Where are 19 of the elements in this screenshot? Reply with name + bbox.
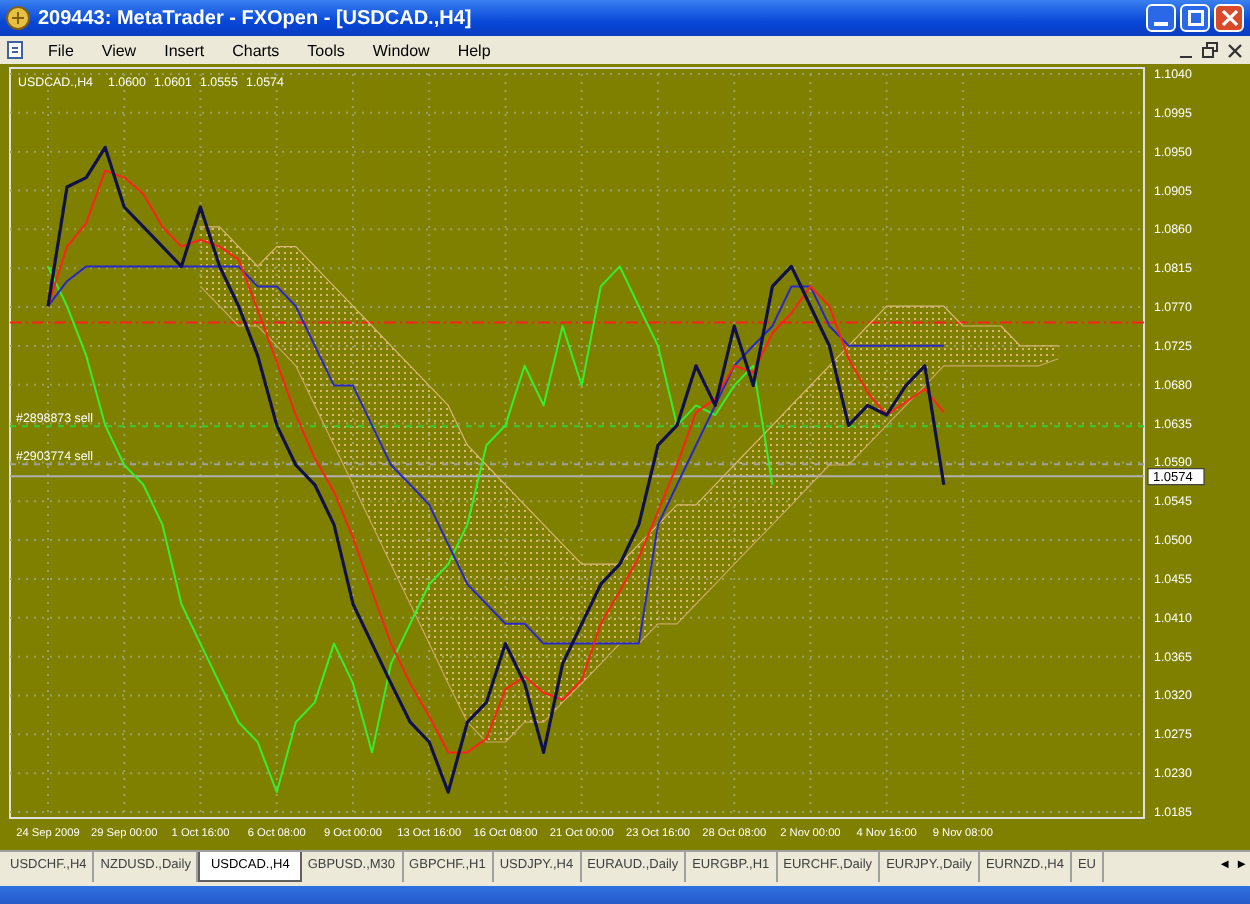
restore-icon[interactable] bbox=[1202, 42, 1218, 58]
menu-item[interactable]: Charts bbox=[218, 41, 294, 59]
minimize-icon[interactable] bbox=[1180, 55, 1192, 57]
close-icon bbox=[1221, 10, 1237, 26]
menu-item[interactable]: Help bbox=[443, 41, 505, 59]
menu-item[interactable]: View bbox=[87, 41, 151, 59]
document-icon bbox=[6, 40, 26, 60]
menu-item[interactable]: File bbox=[34, 41, 88, 59]
minimize-icon bbox=[1154, 22, 1168, 26]
close-icon[interactable] bbox=[1228, 43, 1242, 57]
maximize-button[interactable] bbox=[1180, 4, 1210, 32]
menu-item[interactable]: Window bbox=[358, 41, 444, 59]
maximize-icon bbox=[1187, 10, 1203, 26]
minimize-button[interactable] bbox=[1146, 4, 1176, 32]
menu-item[interactable]: Insert bbox=[150, 41, 219, 59]
close-button[interactable] bbox=[1214, 4, 1244, 32]
window-title: 209443: MetaTrader - FXOpen - [USDCAD.,H4] bbox=[38, 7, 472, 29]
menu-item[interactable]: Tools bbox=[293, 41, 359, 59]
app-icon bbox=[6, 6, 30, 30]
